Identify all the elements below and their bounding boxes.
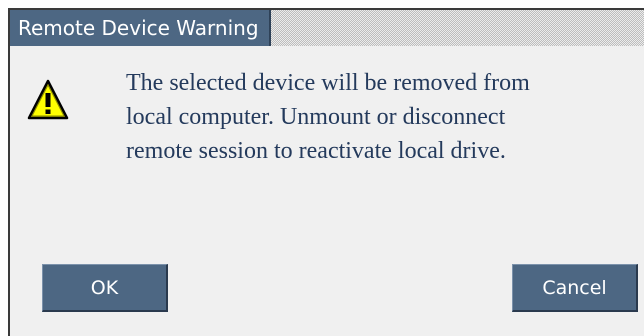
dialog-title: Remote Device Warning bbox=[10, 10, 271, 46]
message-line: local computer. Unmount or disconnect bbox=[126, 104, 506, 130]
message-line: The selected device will be removed from bbox=[126, 70, 530, 96]
warning-icon bbox=[27, 79, 69, 120]
message-line: remote session to reactivate local drive… bbox=[126, 138, 506, 164]
ok-button[interactable]: OK bbox=[42, 264, 168, 312]
remote-device-warning-dialog: Remote Device Warning The selected devic… bbox=[8, 8, 644, 336]
warning-message: The selected device will be removed from… bbox=[126, 66, 626, 168]
title-bar[interactable]: Remote Device Warning bbox=[10, 10, 644, 46]
cancel-button[interactable]: Cancel bbox=[512, 264, 638, 312]
